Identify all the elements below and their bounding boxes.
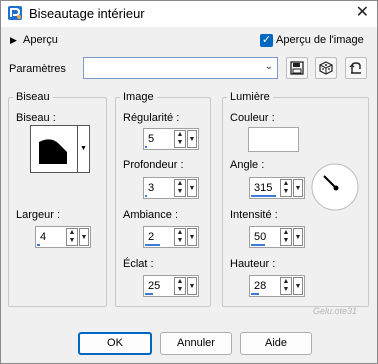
angle-level-bar bbox=[251, 195, 276, 197]
angle-value[interactable]: 315 bbox=[254, 182, 272, 194]
eclat-spinner[interactable]: 25 ▲ ▼ ▼ bbox=[143, 275, 199, 297]
spinner-dropdown-icon[interactable]: ▼ bbox=[187, 228, 197, 246]
biseau-group-label: Biseau bbox=[13, 91, 53, 103]
chevron-down-icon: ⌄ bbox=[264, 61, 273, 72]
bevel-shape-picker[interactable]: ▼ bbox=[30, 125, 90, 173]
params-label: Paramètres bbox=[9, 63, 66, 75]
reset-icon bbox=[349, 62, 361, 74]
height-level-bar bbox=[251, 293, 259, 295]
watermark: Gelu.ote31 bbox=[313, 306, 358, 316]
preview-expand-icon[interactable]: ▶ bbox=[10, 35, 17, 46]
regularity-label: Régularité : bbox=[123, 112, 180, 124]
ok-button[interactable]: OK bbox=[78, 332, 152, 355]
random-button[interactable] bbox=[315, 57, 337, 79]
biseau-width-level-bar bbox=[37, 244, 40, 246]
height-label: Hauteur : bbox=[230, 258, 276, 270]
image-group-label: Image bbox=[120, 91, 157, 103]
title-bar: Biseautage intérieur ✕ bbox=[1, 1, 377, 27]
help-button[interactable]: Aide bbox=[240, 332, 312, 355]
light-color-swatch[interactable] bbox=[248, 127, 299, 152]
save-preset-button[interactable] bbox=[286, 57, 308, 79]
regularity-spinner[interactable]: 5 ▲ ▼ ▼ bbox=[143, 128, 199, 150]
biseau-width-value[interactable]: 4 bbox=[40, 231, 46, 243]
height-spinner[interactable]: 28 ▲ ▼ ▼ bbox=[249, 275, 305, 297]
ambiance-label: Ambiance : bbox=[123, 209, 179, 221]
intensity-spinner[interactable]: 50 ▲ ▼ ▼ bbox=[249, 226, 305, 248]
ambiance-value[interactable]: 2 bbox=[148, 231, 154, 243]
image-preview-checkbox[interactable]: ✓ bbox=[260, 34, 273, 47]
regularity-level-bar bbox=[145, 146, 147, 148]
ambiance-level-bar bbox=[145, 244, 160, 246]
spinner-dropdown-icon[interactable]: ▼ bbox=[79, 228, 89, 246]
depth-value[interactable]: 3 bbox=[148, 182, 154, 194]
reset-button[interactable] bbox=[345, 57, 367, 79]
intensity-label: Intensité : bbox=[230, 209, 278, 221]
angle-label: Angle : bbox=[230, 159, 265, 171]
dialog-window: Biseautage intérieur ✕ ▶ Aperçu ✓ Aperçu… bbox=[0, 0, 378, 364]
light-color-label: Couleur : bbox=[230, 112, 275, 124]
spinner-arrows-icon[interactable]: ▲ ▼ bbox=[280, 228, 292, 246]
eclat-level-bar bbox=[145, 293, 153, 295]
eclat-label: Éclat : bbox=[123, 258, 154, 270]
spinner-dropdown-icon[interactable]: ▼ bbox=[187, 277, 197, 295]
spinner-arrows-icon[interactable]: ▲ ▼ bbox=[174, 277, 186, 295]
biseau-width-label: Largeur : bbox=[16, 209, 61, 221]
angle-dial-icon[interactable] bbox=[310, 162, 360, 212]
depth-label: Profondeur : bbox=[123, 159, 184, 171]
spinner-arrows-icon[interactable]: ▲ ▼ bbox=[280, 277, 292, 295]
depth-spinner[interactable]: 3 ▲ ▼ ▼ bbox=[143, 177, 199, 199]
biseau-shape-label: Biseau : bbox=[16, 112, 56, 124]
ambiance-spinner[interactable]: 2 ▲ ▼ ▼ bbox=[143, 226, 199, 248]
spinner-dropdown-icon[interactable]: ▼ bbox=[293, 179, 303, 197]
close-icon[interactable]: ✕ bbox=[356, 4, 369, 22]
spinner-arrows-icon[interactable]: ▲ ▼ bbox=[174, 179, 186, 197]
window-title: Biseautage intérieur bbox=[29, 6, 145, 21]
height-value[interactable]: 28 bbox=[254, 280, 266, 292]
dice-icon bbox=[319, 61, 333, 75]
spinner-arrows-icon[interactable]: ▲ ▼ bbox=[174, 228, 186, 246]
angle-spinner[interactable]: 315 ▲ ▼ ▼ bbox=[249, 177, 305, 199]
intensity-level-bar bbox=[251, 244, 265, 246]
paintshop-app-icon bbox=[8, 6, 22, 20]
intensity-value[interactable]: 50 bbox=[254, 231, 266, 243]
image-preview-label[interactable]: Aperçu de l'image bbox=[276, 34, 364, 46]
biseau-width-spinner[interactable]: 4 ▲ ▼ ▼ bbox=[35, 226, 91, 248]
depth-level-bar bbox=[145, 195, 147, 197]
eclat-value[interactable]: 25 bbox=[148, 280, 160, 292]
cancel-button[interactable]: Annuler bbox=[160, 332, 232, 355]
params-dropdown[interactable]: ⌄ bbox=[83, 57, 278, 79]
spinner-dropdown-icon[interactable]: ▼ bbox=[293, 277, 303, 295]
bevel-shape-preview-icon bbox=[31, 126, 77, 172]
spinner-dropdown-icon[interactable]: ▼ bbox=[187, 179, 197, 197]
lumiere-group-label: Lumière bbox=[227, 91, 273, 103]
spinner-arrows-icon[interactable]: ▲ ▼ bbox=[174, 130, 186, 148]
preview-toggle-label[interactable]: Aperçu bbox=[23, 34, 58, 46]
spinner-dropdown-icon[interactable]: ▼ bbox=[187, 130, 197, 148]
save-icon bbox=[290, 61, 304, 75]
bevel-shape-dropdown-arrow[interactable]: ▼ bbox=[77, 126, 89, 172]
spinner-arrows-icon[interactable]: ▲ ▼ bbox=[66, 228, 78, 246]
spinner-dropdown-icon[interactable]: ▼ bbox=[293, 228, 303, 246]
spinner-arrows-icon[interactable]: ▲ ▼ bbox=[280, 179, 292, 197]
regularity-value[interactable]: 5 bbox=[148, 133, 154, 145]
